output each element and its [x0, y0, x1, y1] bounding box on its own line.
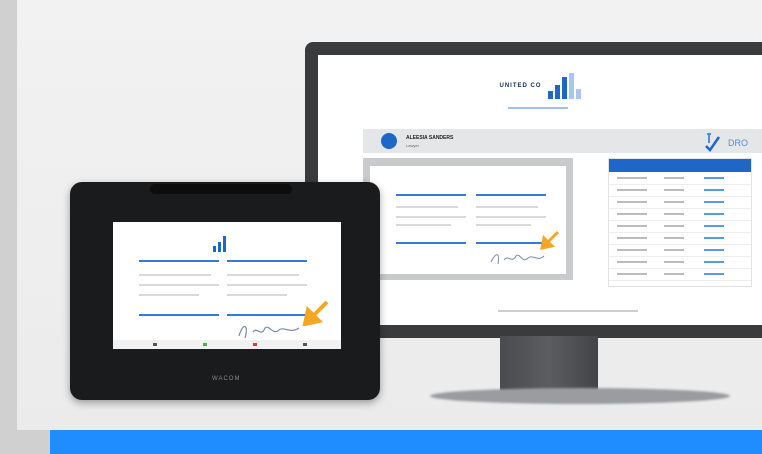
doc-field-line [396, 242, 466, 244]
arrow-icon [302, 300, 329, 326]
footer-text [498, 310, 638, 312]
table-row[interactable] [609, 245, 751, 257]
doc-text-line [396, 206, 458, 208]
document-preview-panel [363, 158, 573, 280]
monitor-screen: UNITED CO ALEESIA SANDERS Lawyer DRO [318, 55, 762, 325]
tablet-screen [113, 222, 341, 349]
doc-text-line [227, 284, 307, 286]
doc-field-line [227, 260, 307, 262]
doc-field-line [227, 314, 307, 316]
table-row[interactable] [609, 185, 751, 197]
doc-field-line [139, 260, 219, 262]
doc-text-line [139, 294, 199, 296]
tablet-button[interactable] [203, 343, 207, 346]
doc-field-line [476, 194, 546, 196]
records-table [608, 158, 752, 287]
doc-field-line [396, 194, 466, 196]
profile-role: Lawyer [406, 143, 419, 148]
pen-holder [150, 184, 292, 194]
table-row[interactable] [609, 257, 751, 269]
doc-field-line [139, 314, 219, 316]
doc-text-line [139, 284, 219, 286]
tablet-logo-icon [209, 234, 233, 252]
tablet-button-bar [113, 340, 341, 349]
table-row[interactable] [609, 209, 751, 221]
tablet-button[interactable] [253, 343, 257, 346]
doc-text-line [227, 274, 299, 276]
monitor-base-shadow [430, 388, 730, 404]
table-row[interactable] [609, 173, 751, 185]
doc-text-line [396, 216, 466, 218]
avatar [381, 133, 397, 149]
doc-field-line [476, 242, 546, 244]
header-underline [508, 107, 568, 109]
table-row[interactable] [609, 221, 751, 233]
monitor-stand [500, 336, 598, 396]
company-logo-icon [547, 73, 581, 99]
company-name: UNITED CO [499, 83, 542, 89]
doc-text-line [227, 294, 287, 296]
doc-text-line [396, 224, 451, 226]
left-border [0, 0, 17, 454]
doc-text-line [476, 224, 531, 226]
accent-bar [50, 430, 762, 454]
profile-name: ALEESIA SANDERS [406, 135, 454, 141]
tablet-brand: WACOM [212, 376, 241, 382]
arrow-icon [540, 230, 560, 250]
table-row[interactable] [609, 197, 751, 209]
doc-text-line [139, 274, 211, 276]
table-header [609, 159, 751, 172]
doc-text-line [476, 206, 538, 208]
bottom-border [0, 430, 50, 454]
document-page [370, 166, 566, 274]
table-row[interactable] [609, 269, 751, 281]
tablet-button[interactable] [303, 343, 307, 346]
tablet-button[interactable] [153, 343, 157, 346]
doc-text-line [476, 216, 546, 218]
signature-icon [238, 325, 300, 339]
table-row[interactable] [609, 233, 751, 245]
signature-check-icon [705, 133, 721, 152]
brand-text: DRO [728, 138, 748, 148]
